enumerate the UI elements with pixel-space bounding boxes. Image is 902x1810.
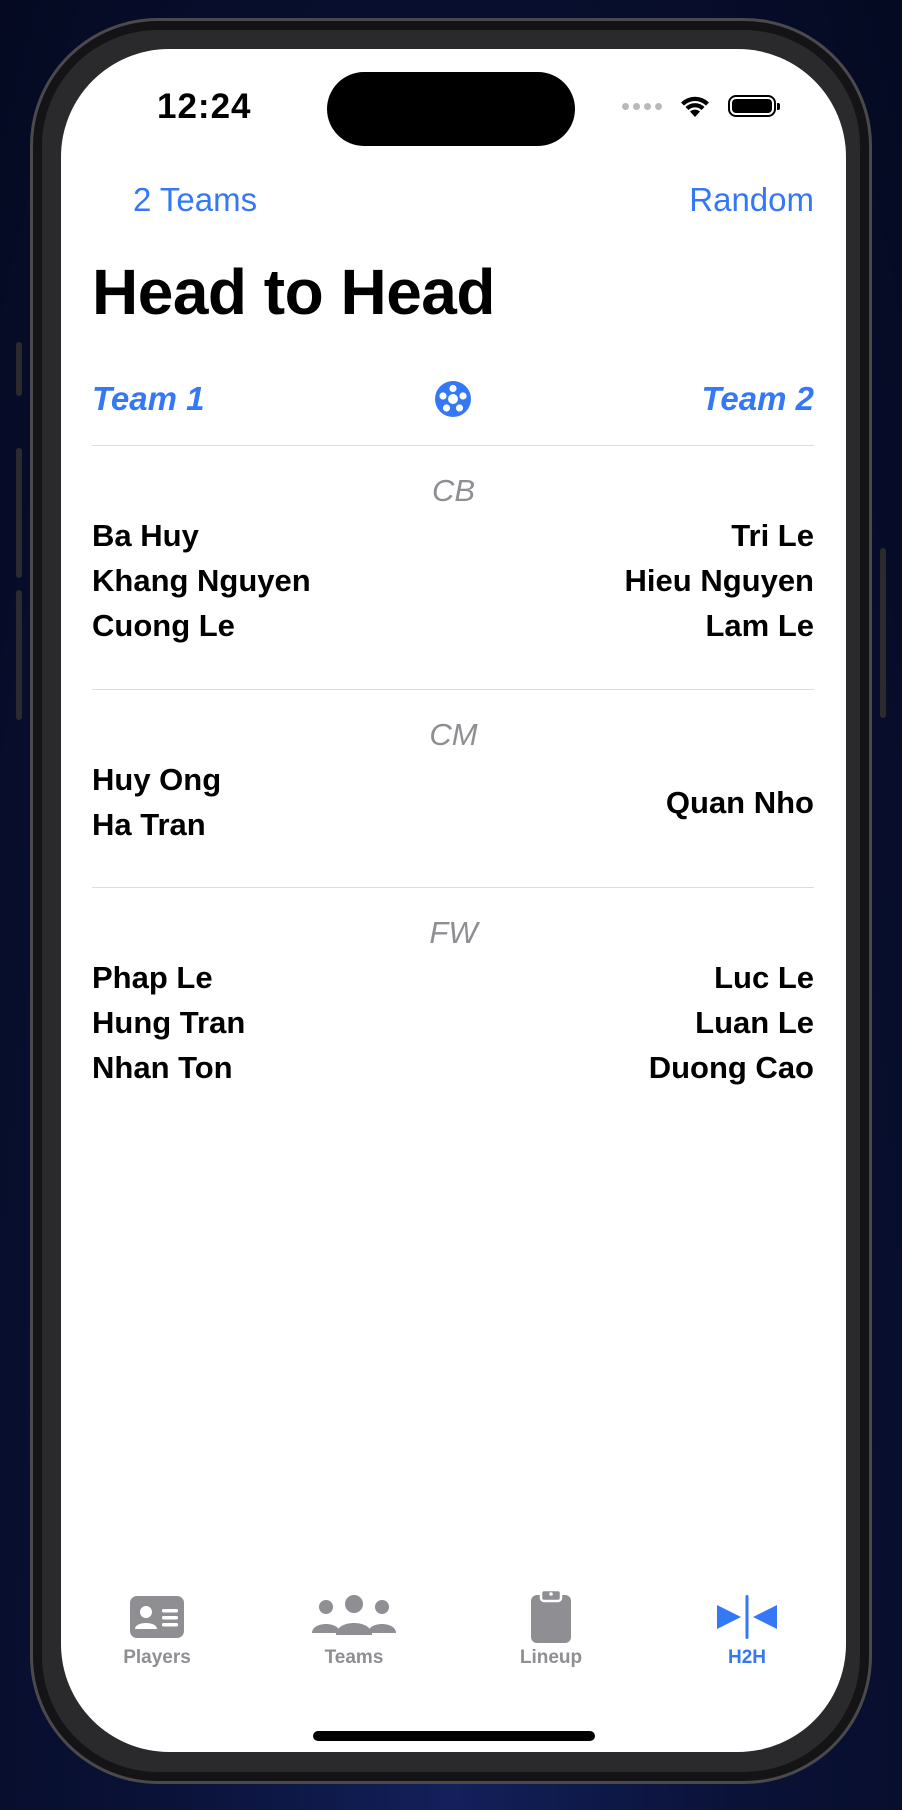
- player-name: Phap Le: [92, 960, 213, 995]
- tab-label: H2H: [727, 1647, 766, 1668]
- tab-players[interactable]: Players: [82, 1589, 232, 1669]
- tab-h2h[interactable]: H2H: [672, 1589, 822, 1669]
- app-screen: 12:24 2 Teams Random Head to Head Team 1…: [61, 49, 846, 1752]
- wifi-icon: [681, 96, 709, 117]
- battery-icon: [728, 95, 780, 117]
- home-indicator[interactable]: [313, 1731, 595, 1741]
- team1-cb-list: Ba Huy Khang Nguyen Cuong Le: [92, 513, 311, 648]
- team2-cb-list: Tri Le Hieu Nguyen Lam Le: [625, 513, 814, 648]
- page-title: Head to Head: [92, 256, 495, 328]
- player-name: Quan Nho: [665, 784, 814, 820]
- status-time: 12:24: [157, 87, 252, 126]
- player-name: Lam Le: [705, 608, 814, 643]
- dynamic-island: [327, 72, 575, 146]
- tab-lineup[interactable]: Lineup: [476, 1589, 626, 1669]
- soccer-ball-icon[interactable]: [434, 380, 472, 418]
- team1-fw-list: Phap Le Hung Tran Nhan Ton: [92, 955, 245, 1090]
- team1-cm-list: Huy Ong Ha Tran: [92, 757, 221, 847]
- tab-teams[interactable]: Teams: [279, 1589, 429, 1669]
- player-name: Hung Tran: [92, 1005, 246, 1040]
- head-to-head-icon: [717, 1595, 777, 1639]
- section-label-cb: CB: [431, 473, 476, 508]
- player-name: Hieu Nguyen: [624, 563, 814, 598]
- action-button: [16, 342, 22, 396]
- tab-label: Teams: [324, 1647, 384, 1668]
- tab-label: Players: [123, 1647, 191, 1668]
- player-name: Nhan Ton: [92, 1050, 233, 1085]
- team1-header[interactable]: Team 1: [92, 380, 205, 418]
- header-divider: [92, 445, 814, 446]
- cellular-signal-icon: [622, 102, 662, 110]
- person-card-icon: [130, 1596, 184, 1638]
- player-name: Luc Le: [714, 960, 814, 995]
- teams-count-button[interactable]: 2 Teams: [133, 181, 257, 219]
- people-group-icon: [312, 1595, 396, 1635]
- random-button[interactable]: Random: [689, 181, 814, 219]
- team2-cm-list: Quan Nho: [666, 757, 814, 847]
- power-button: [880, 548, 886, 718]
- tab-bar: Players Teams Lineup H2H: [61, 1589, 846, 1689]
- player-name: Duong Cao: [648, 1050, 814, 1085]
- player-name: Ha Tran: [92, 807, 206, 842]
- volume-down-button: [16, 590, 22, 720]
- teams-header: Team 1 Team 2: [92, 379, 814, 419]
- player-name: Tri Le: [731, 518, 814, 553]
- volume-up-button: [16, 448, 22, 578]
- tab-label: Lineup: [519, 1647, 583, 1668]
- player-name: Ba Huy: [92, 518, 199, 553]
- team2-header[interactable]: Team 2: [701, 380, 814, 418]
- section-divider: [92, 689, 814, 690]
- player-name: Luan Le: [695, 1005, 814, 1040]
- section-label-fw: FW: [429, 915, 478, 950]
- status-icons: [622, 93, 780, 119]
- player-name: Cuong Le: [92, 608, 235, 643]
- player-name: Huy Ong: [92, 762, 222, 797]
- team2-fw-list: Luc Le Luan Le Duong Cao: [649, 955, 814, 1090]
- player-name: Khang Nguyen: [92, 563, 311, 598]
- section-label-cm: CM: [429, 717, 478, 752]
- section-divider: [92, 887, 814, 888]
- clipboard-icon: [531, 1589, 571, 1643]
